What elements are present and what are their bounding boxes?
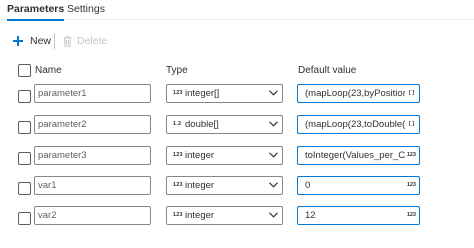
toolbar-divider: [54, 33, 55, 49]
type-dropdown[interactable]: 123 integer: [166, 206, 283, 225]
type-label: integer: [185, 210, 215, 221]
type-dropdown[interactable]: 123 integer[]: [166, 84, 283, 103]
trash-icon: [63, 35, 72, 47]
default-value-text: toInteger(Values_per_Coun...: [305, 150, 405, 161]
chevron-down-icon: [269, 152, 278, 158]
type-label: integer: [185, 150, 215, 161]
row-checkbox[interactable]: [18, 121, 31, 134]
default-value-input[interactable]: 12 123: [297, 206, 420, 225]
new-button-label: New: [30, 35, 52, 47]
parameter-name-input[interactable]: var1: [34, 176, 151, 195]
delete-button[interactable]: Delete: [63, 33, 107, 49]
parameter-name-input[interactable]: var2: [34, 206, 151, 225]
chevron-down-icon: [269, 182, 278, 188]
delete-button-label: Delete: [77, 35, 108, 47]
row-checkbox[interactable]: [18, 182, 31, 195]
parameter-name-input[interactable]: parameter1: [34, 84, 151, 103]
tab-parameters[interactable]: Parameters: [7, 3, 65, 21]
new-button[interactable]: New: [13, 33, 51, 49]
value-type-badge: [ ]: [406, 88, 417, 99]
tab-settings[interactable]: Settings: [67, 3, 105, 20]
column-header-name: Name: [35, 65, 62, 76]
row-checkbox[interactable]: [18, 152, 31, 165]
value-type-badge: 123: [405, 150, 417, 161]
parameter-row: parameter2 1.2 double[] (mapLoop(23,toDo…: [0, 115, 474, 141]
parameter-row: parameter1 123 integer[] (mapLoop(23,byP…: [0, 84, 474, 110]
type-icon: 123: [173, 90, 183, 96]
type-dropdown[interactable]: 1.2 double[]: [166, 115, 283, 134]
chevron-down-icon: [269, 90, 278, 96]
type-icon: 123: [173, 182, 183, 188]
chevron-down-icon: [269, 212, 278, 218]
default-value-text: 12: [305, 210, 316, 221]
type-dropdown[interactable]: 123 integer: [166, 176, 283, 195]
value-type-badge: 123: [405, 210, 417, 221]
row-checkbox[interactable]: [18, 212, 31, 225]
plus-icon: [13, 36, 23, 46]
type-label: integer[]: [185, 88, 220, 99]
column-header-default-value: Default value: [298, 65, 357, 76]
default-value-input[interactable]: (mapLoop(23,byPosition(1))) [ ]: [297, 84, 420, 103]
value-type-badge: [ ]: [406, 119, 417, 130]
parameter-row: var2 123 integer 12 123: [0, 206, 474, 232]
parameter-name-input[interactable]: parameter3: [34, 146, 151, 165]
type-icon: 123: [173, 152, 183, 158]
type-label: double[]: [185, 119, 219, 130]
select-all-checkbox[interactable]: [18, 64, 31, 77]
default-value-text: (mapLoop(23,toDouble(#i...: [305, 119, 405, 130]
value-type-badge: 123: [405, 180, 417, 191]
type-label: integer: [185, 180, 215, 191]
type-icon: 1.2: [173, 121, 182, 127]
default-value-input[interactable]: 0 123: [297, 176, 420, 195]
type-icon: 123: [173, 212, 183, 218]
parameters-panel: Parameters Settings New Delete Name Type…: [0, 0, 474, 248]
tab-bar: Parameters Settings: [0, 0, 474, 21]
parameter-row: var1 123 integer 0 123: [0, 176, 474, 202]
default-value-text: 0: [305, 180, 311, 191]
chevron-down-icon: [269, 121, 278, 127]
row-checkbox[interactable]: [18, 90, 31, 103]
default-value-input[interactable]: (mapLoop(23,toDouble(#i... [ ]: [297, 115, 420, 134]
parameter-row: parameter3 123 integer toInteger(Values_…: [0, 146, 474, 172]
type-dropdown[interactable]: 123 integer: [166, 146, 283, 165]
parameter-name-input[interactable]: parameter2: [34, 115, 151, 134]
default-value-text: (mapLoop(23,byPosition(1))): [305, 88, 405, 99]
default-value-input[interactable]: toInteger(Values_per_Coun... 123: [297, 146, 420, 165]
column-header-type: Type: [166, 65, 188, 76]
